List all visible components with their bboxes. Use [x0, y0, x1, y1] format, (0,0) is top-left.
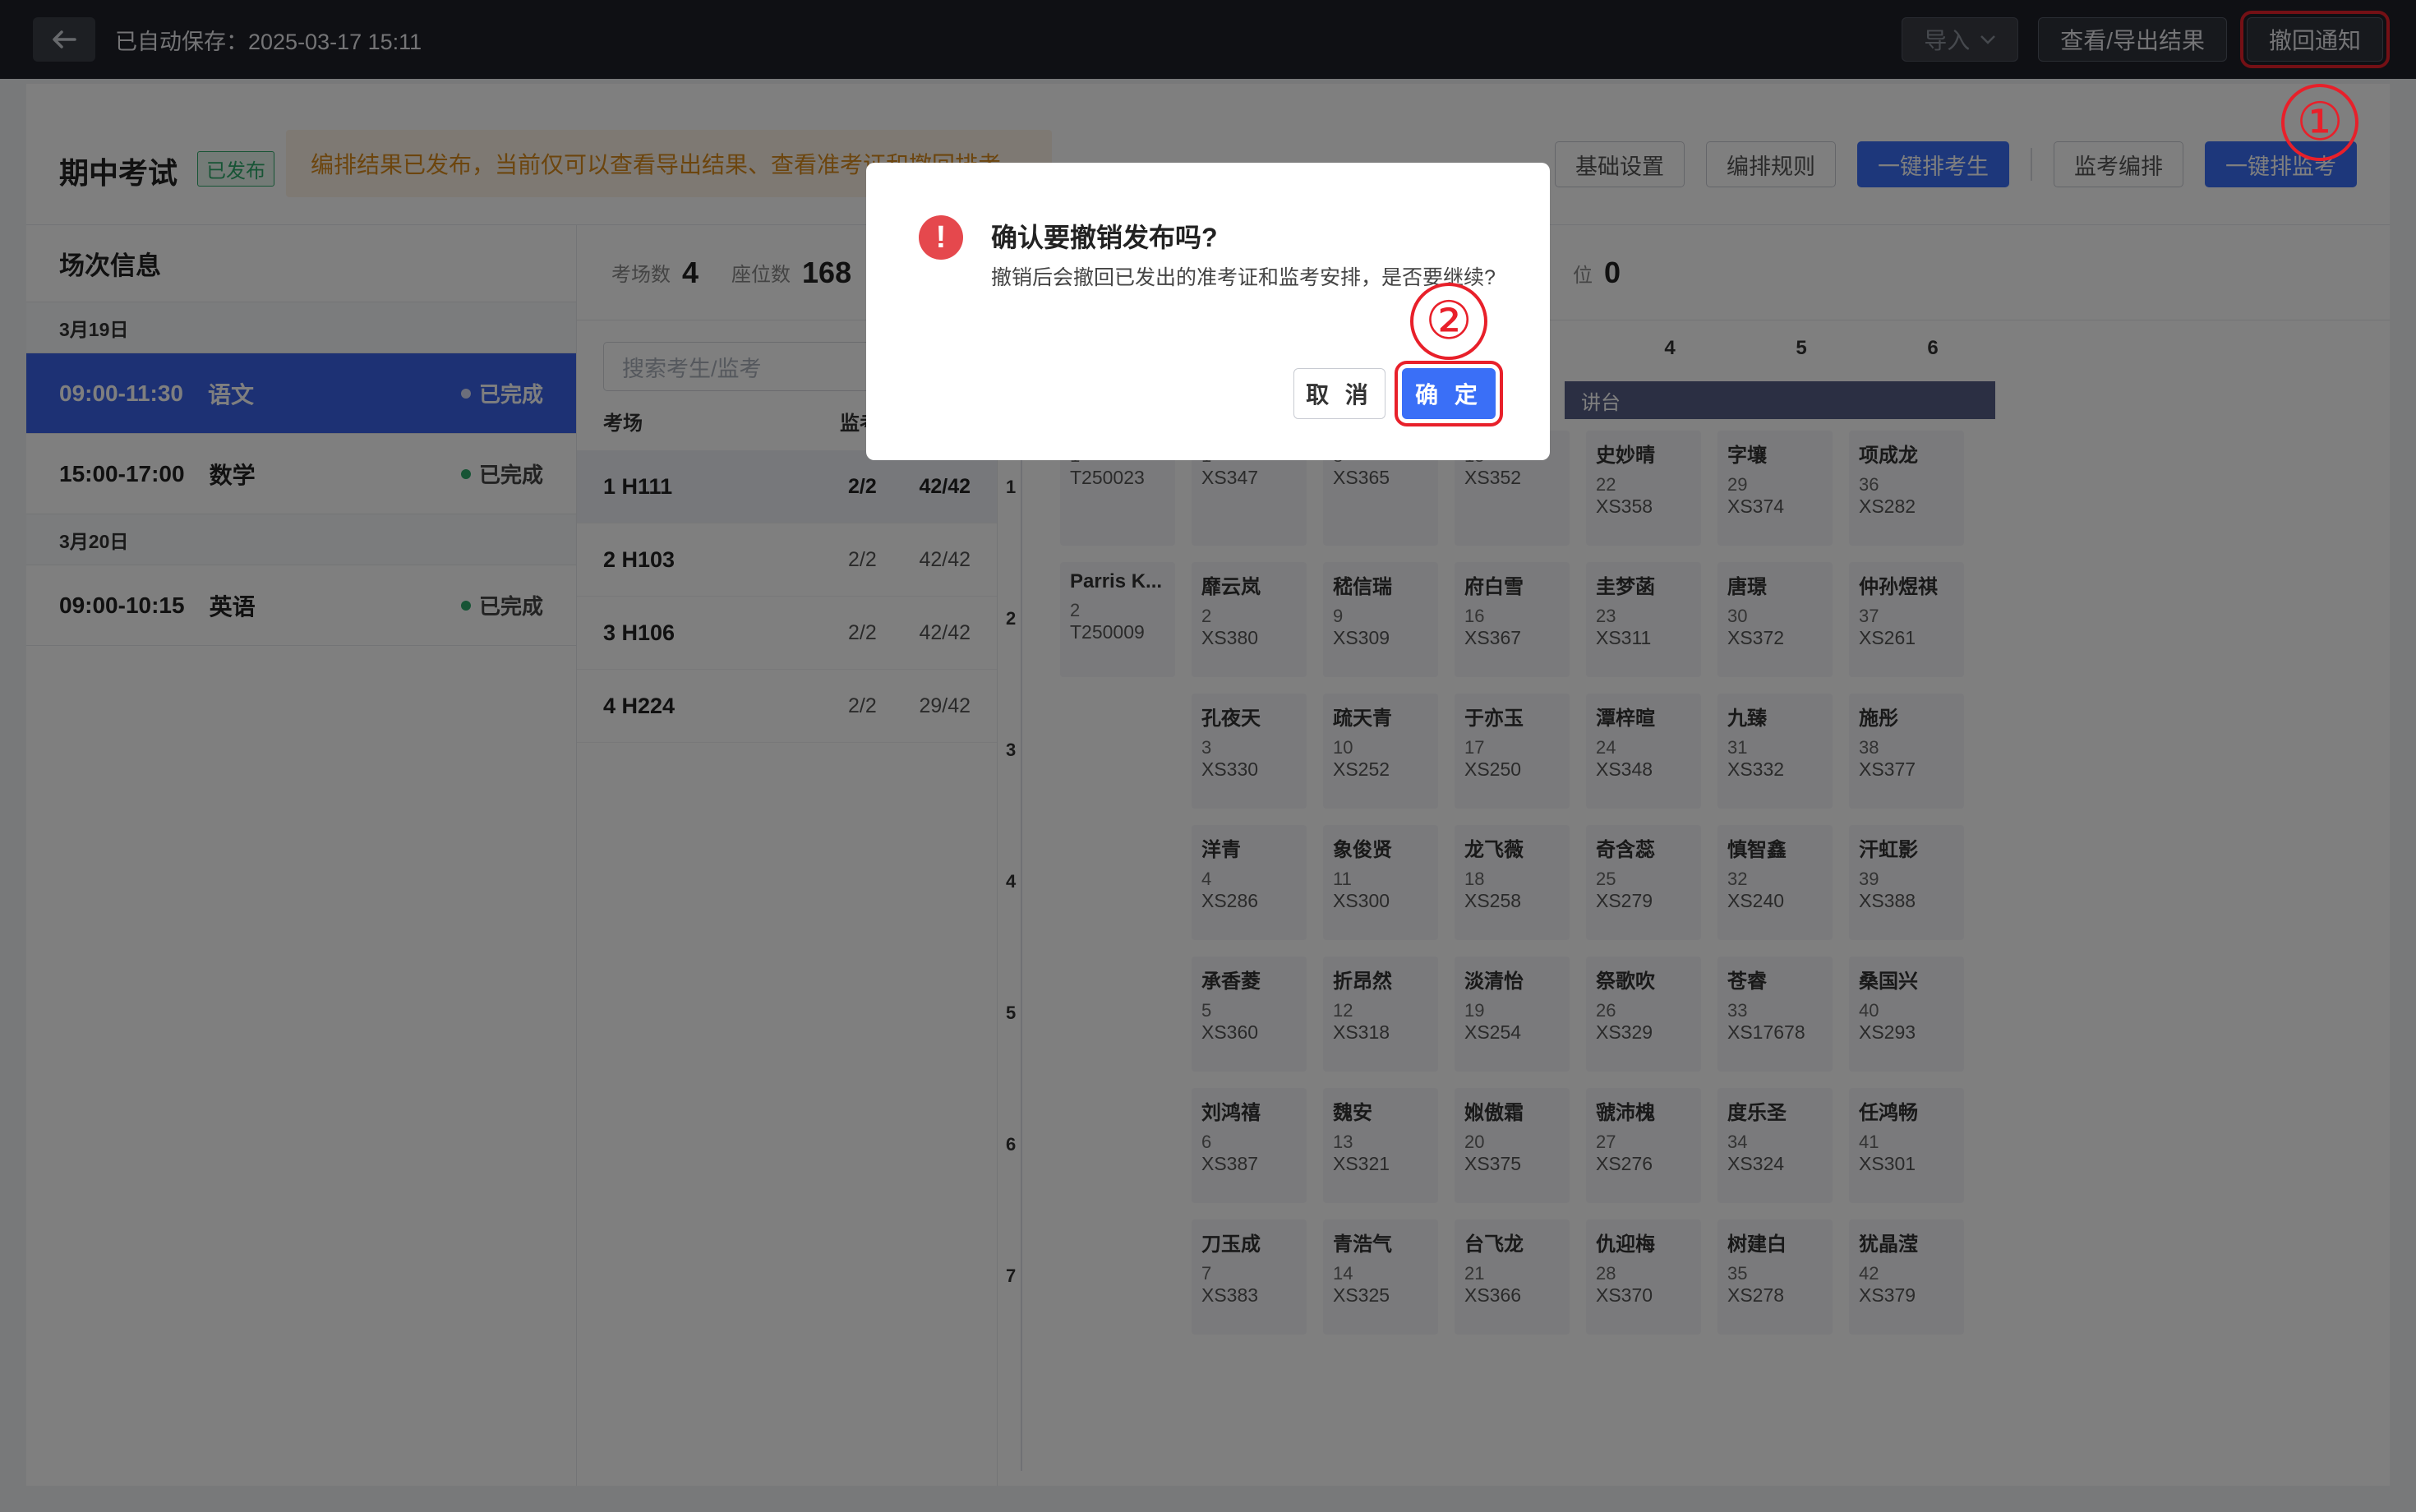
dialog-title: 确认要撤销发布吗? — [991, 223, 1218, 252]
step-2-marker: ② — [1410, 283, 1487, 360]
step-1-marker: ① — [2281, 84, 2358, 161]
dialog-message: 撤销后会撤回已发出的准考证和监考安排，是否要继续? — [991, 266, 1496, 289]
warning-icon: ! — [919, 215, 963, 260]
cancel-button[interactable]: 取 消 — [1293, 368, 1386, 419]
confirm-button[interactable]: 确 定 — [1395, 361, 1503, 426]
